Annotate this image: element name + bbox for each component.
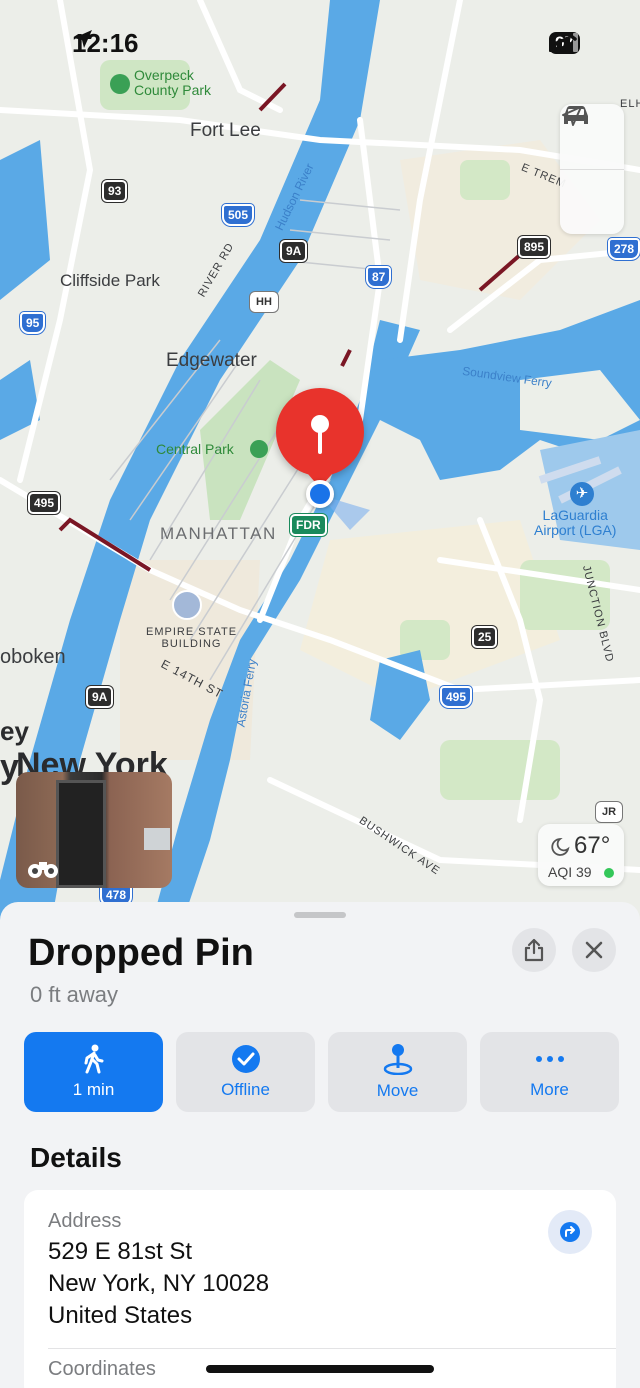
share-icon [524, 938, 544, 962]
close-icon [585, 941, 603, 959]
cliffside-park-label: Cliffside Park [60, 271, 160, 290]
park-icon [110, 74, 130, 94]
address-directions-button[interactable] [548, 1210, 592, 1254]
directions-label: 1 min [72, 1080, 115, 1099]
wifi-icon [549, 32, 577, 52]
map-controls [560, 104, 624, 234]
aqi-status-dot [604, 868, 614, 878]
checkmark-circle-icon [231, 1045, 260, 1073]
place-sheet[interactable]: Dropped Pin 0 ft away 1 min Offline Move… [0, 902, 640, 1388]
home-indicator[interactable] [206, 1365, 434, 1373]
location-arrow-icon [562, 106, 582, 126]
details-divider [48, 1348, 616, 1349]
more-label: More [530, 1080, 569, 1099]
current-location-button[interactable] [560, 106, 624, 234]
aqi-value: AQI 39 [548, 864, 592, 880]
close-button[interactable] [572, 928, 616, 972]
route-25-shield: 25 [472, 626, 498, 648]
address-line-3[interactable]: United States [48, 1302, 192, 1330]
move-button[interactable]: Move [328, 1032, 467, 1112]
airport-icon[interactable]: ✈ [570, 482, 594, 506]
move-pin-icon [383, 1044, 412, 1075]
moon-cloud-icon [551, 838, 570, 856]
route-495-left-shield: 495 [28, 492, 61, 514]
route-495-right-shield: 495 [440, 686, 473, 708]
fdr-shield: FDR [290, 514, 327, 536]
action-buttons: 1 min Offline Move More [24, 1032, 619, 1112]
sheet-grabber[interactable] [294, 912, 346, 918]
walk-icon [84, 1044, 103, 1074]
central-park-icon [250, 440, 268, 458]
address-line-2[interactable]: New York, NY 10028 [48, 1270, 269, 1298]
details-heading: Details [30, 1142, 122, 1173]
place-title: Dropped Pin [28, 932, 254, 974]
more-button[interactable]: More [480, 1032, 619, 1112]
weather-widget[interactable]: 67° AQI 39 [538, 824, 624, 886]
coordinates-label: Coordinates [48, 1358, 156, 1380]
directions-arrow-icon [560, 1222, 580, 1242]
move-label: Move [376, 1081, 419, 1100]
jr-toll-shield: JR [596, 802, 623, 822]
laguardia-label: LaGuardia Airport (LGA) [534, 507, 617, 538]
fort-lee-label: Fort Lee [190, 120, 261, 141]
status-indicators: 97 [549, 32, 580, 54]
offline-button[interactable]: Offline [176, 1032, 315, 1112]
door-graphic [56, 780, 106, 888]
route-9a-top-shield: 9A [280, 240, 308, 262]
route-95-shield: 95 [20, 312, 46, 334]
offline-label: Offline [221, 1080, 270, 1099]
dropped-pin-marker[interactable] [276, 388, 364, 476]
overpeck-park-label: Overpeck County Park [134, 67, 212, 98]
share-button[interactable] [512, 928, 556, 972]
hh-toll-shield: HH [250, 292, 278, 312]
edgewater-label: Edgewater [166, 350, 257, 371]
empire-state-icon[interactable] [172, 590, 202, 620]
address-label: Address [48, 1210, 122, 1232]
empire-state-label: EMPIRE STATE BUILDING [146, 626, 238, 650]
central-park-label: Central Park [156, 441, 234, 457]
status-time: 12:16 [72, 28, 139, 59]
manhattan-label: MANHATTAN [160, 524, 277, 543]
look-around-preview[interactable] [16, 772, 172, 888]
address-line-1[interactable]: 529 E 81st St [48, 1238, 192, 1266]
hoboken-label: oboken [0, 646, 66, 668]
binoculars-icon [28, 862, 58, 878]
place-distance: 0 ft away [30, 982, 119, 1007]
ney-label: ey [0, 716, 29, 746]
details-card: Address 529 E 81st St New York, NY 10028… [24, 1190, 616, 1388]
temperature-value: 67° [574, 832, 611, 859]
pin-icon [311, 415, 329, 454]
route-895-shield: 895 [518, 236, 551, 258]
ellipsis-icon [535, 1056, 564, 1062]
map-view[interactable]: Overpeck County Park Fort Lee Cliffside P… [0, 0, 640, 930]
ac-unit-graphic [144, 828, 170, 850]
route-93-shield: 93 [102, 180, 128, 202]
current-location-dot [306, 480, 334, 508]
route-9a-bottom-shield: 9A [86, 686, 114, 708]
route-505-shield: 505 [222, 204, 255, 226]
location-services-icon [74, 30, 92, 48]
directions-walk-button[interactable]: 1 min [24, 1032, 163, 1112]
route-87-shield: 87 [366, 266, 392, 288]
route-278-shield: 278 [608, 238, 640, 260]
